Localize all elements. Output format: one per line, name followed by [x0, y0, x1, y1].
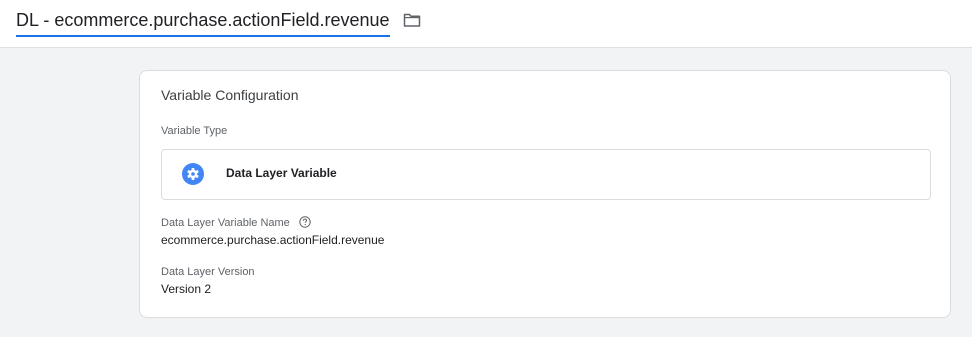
data-layer-variable-name-label: Data Layer Variable Name — [161, 216, 311, 229]
data-layer-variable-name-value: ecommerce.purchase.actionField.revenue — [161, 233, 385, 247]
variable-type-label: Variable Type — [161, 125, 228, 137]
variable-type-selector[interactable]: Data Layer Variable — [161, 149, 931, 200]
card-title: Variable Configuration — [161, 87, 299, 103]
variable-type-name: Data Layer Variable — [226, 166, 337, 180]
header-bar: DL - ecommerce.purchase.actionField.reve… — [0, 0, 972, 48]
variable-title-field[interactable]: DL - ecommerce.purchase.actionField.reve… — [16, 8, 390, 38]
data-layer-variable-name-label-text: Data Layer Variable Name — [161, 217, 290, 229]
variable-title[interactable]: DL - ecommerce.purchase.actionField.reve… — [16, 9, 390, 37]
gear-icon — [182, 163, 204, 185]
data-layer-version-label: Data Layer Version — [161, 266, 255, 278]
help-icon[interactable] — [299, 216, 311, 228]
variable-configuration-card: Variable Configuration Variable Type Dat… — [139, 70, 951, 318]
data-layer-version-value: Version 2 — [161, 282, 212, 296]
folder-icon[interactable] — [403, 12, 421, 28]
